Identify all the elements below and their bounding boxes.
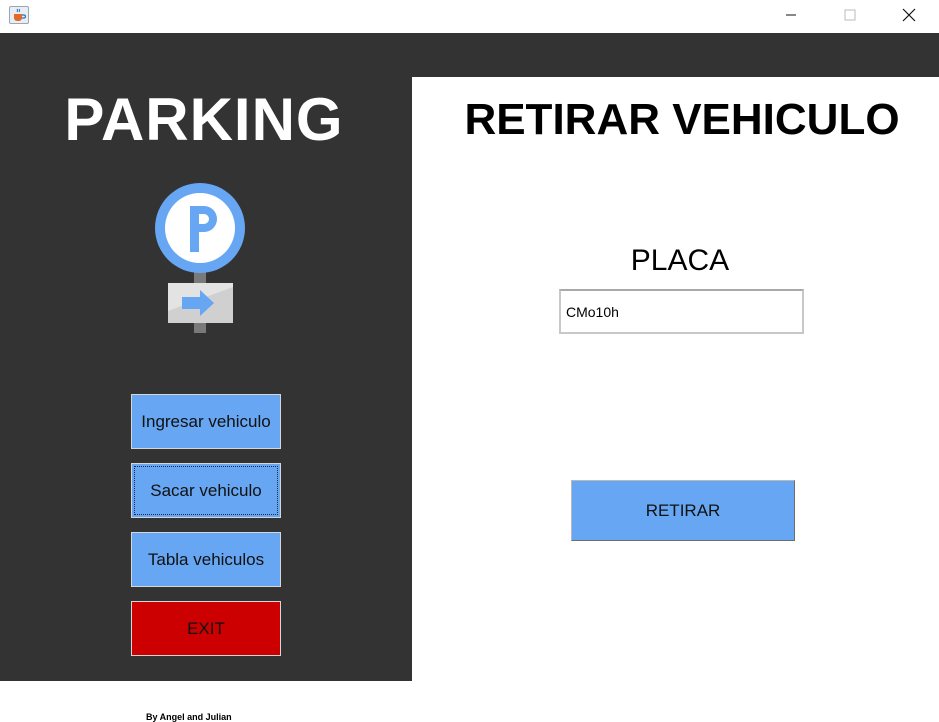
exit-button[interactable]: EXIT xyxy=(131,601,281,656)
java-coffee-cup-icon xyxy=(9,6,29,24)
minimize-icon xyxy=(786,14,796,16)
plate-input[interactable] xyxy=(559,289,804,334)
minimize-button[interactable] xyxy=(768,0,814,30)
sidebar: PARKING Ingresar vehiculo Sacar vehiculo… xyxy=(0,33,412,681)
page-title: RETIRAR VEHICULO xyxy=(464,95,900,144)
window-titlebar xyxy=(0,0,939,33)
ingresar-vehiculo-button[interactable]: Ingresar vehiculo xyxy=(131,394,281,449)
app-title: PARKING xyxy=(64,86,344,153)
close-icon xyxy=(902,8,916,22)
plate-label: PLACA xyxy=(630,244,730,277)
main-panel: RETIRAR VEHICULO PLACA RETIRAR xyxy=(412,77,939,681)
tabla-vehiculos-button[interactable]: Tabla vehiculos xyxy=(131,532,281,587)
close-button[interactable] xyxy=(886,0,932,30)
maximize-icon xyxy=(844,9,856,21)
retirar-button[interactable]: RETIRAR xyxy=(571,480,795,541)
parking-sign-icon xyxy=(155,183,245,333)
sacar-vehiculo-button[interactable]: Sacar vehiculo xyxy=(131,463,281,518)
maximize-button[interactable] xyxy=(827,0,873,30)
